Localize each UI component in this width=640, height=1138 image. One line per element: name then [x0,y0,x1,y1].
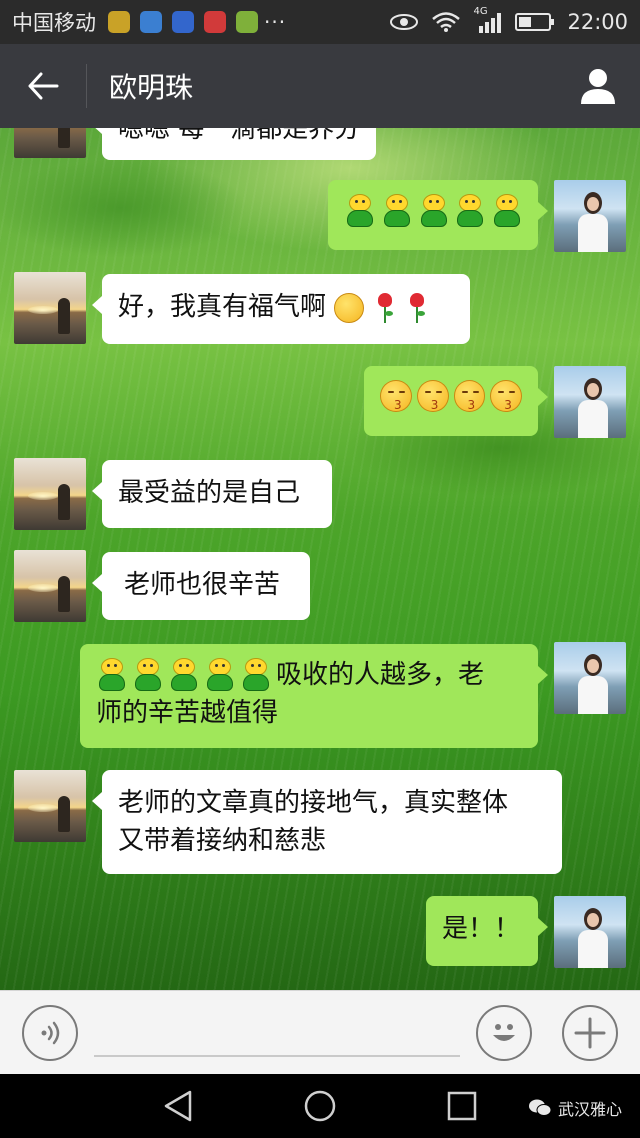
message-text: 好，我真有福气啊 [118,292,327,322]
square-recents-icon [447,1091,477,1121]
self-avatar[interactable] [554,366,626,438]
rose-emoji-icon [405,291,429,325]
kiss-emoji-icon: 3 [453,380,486,412]
emoji-row: 3 3 3 3 [380,380,522,412]
watermark-text: 武汉雅心 [557,1100,622,1119]
frog-emoji-icon [132,658,164,692]
message-text: 老师的文章真的接地气，真实整体 [118,788,509,818]
self-avatar[interactable] [554,642,626,714]
emoji-button[interactable] [476,1005,532,1061]
frog-emoji-icon [418,194,449,228]
message-bubble-received[interactable]: 老师的文章真的接地气，真实整体 又带着接纳和慈悲 [92,770,562,874]
message-text: 嗯嗯 每一滴都是养分 [118,128,361,144]
message-text: 老师也很辛苦 [124,570,281,600]
app-notification-icon [108,11,130,33]
kiss-emoji-icon: 3 [490,380,522,412]
system-nav-bar: 武汉雅心 [0,1074,640,1138]
nav-home-button[interactable] [300,1086,340,1126]
triangle-back-icon [164,1090,192,1122]
frog-emoji-icon [491,194,522,228]
eye-comfort-icon [390,14,419,30]
message-bubble-received[interactable]: 最受益的是自己 [92,460,332,528]
notification-icons [108,11,258,33]
message-bubble-sent[interactable]: 3 3 3 3 [364,366,548,436]
frog-emoji-icon [240,658,272,692]
input-bar [0,990,640,1074]
smiley-icon [493,1024,515,1041]
message-bubble-sent[interactable] [328,180,548,250]
plus-icon [574,1017,606,1049]
chat-history[interactable]: 嗯嗯 每一滴都是养分 好，我真有福气啊 3 3 3 3 最受益的是自己 老师也很… [0,128,640,990]
nav-recents-button[interactable] [442,1086,482,1126]
app-notification-icon [236,11,258,33]
header-divider [86,64,87,108]
app-notification-icon [204,11,226,33]
kiss-emoji-icon: 3 [416,380,449,412]
rose-emoji-icon [373,291,397,325]
contact-avatar[interactable] [14,128,86,158]
contact-avatar[interactable] [14,550,86,622]
clock: 22:00 [567,10,628,34]
frog-emoji-icon [168,658,200,692]
message-bubble-received[interactable]: 好，我真有福气啊 [92,274,470,344]
message-text: 是！！ [442,914,521,944]
contact-avatar[interactable] [14,272,86,344]
frog-emoji-icon [344,194,375,228]
frog-emoji-icon [454,194,485,228]
carrier-name: 中国移动 [12,11,96,35]
kiss-emoji-icon: 3 [380,380,412,412]
voice-input-button[interactable] [22,1005,78,1061]
nav-back-button[interactable] [158,1086,198,1126]
circle-home-icon [304,1090,336,1122]
chat-header: 欧明珠 [0,44,640,128]
message-bubble-sent[interactable]: 是！！ [426,896,548,966]
app-notification-icon [172,11,194,33]
emoji-row [344,194,522,228]
status-right: 4G 22:00 [389,6,628,34]
person-icon [581,69,615,104]
signal-icon: 4G [473,6,503,34]
message-text: 吸收的人越多，老 [276,660,485,690]
app-notification-icon [140,11,162,33]
message-bubble-received[interactable]: 嗯嗯 每一滴都是养分 [91,128,377,160]
chat-title: 欧明珠 [109,71,194,104]
message-input[interactable] [94,1009,460,1057]
wifi-icon [432,12,461,32]
message-text: 师的辛苦越值得 [96,698,279,728]
message-bubble-received[interactable]: 老师也很辛苦 [92,552,310,620]
frog-emoji-icon [204,658,236,692]
frog-emoji-icon [96,658,128,692]
watermark: 武汉雅心 [528,1096,622,1120]
message-bubble-sent[interactable]: 吸收的人越多，老 师的辛苦越值得 [80,644,548,748]
self-avatar[interactable] [554,180,626,252]
more-options-button[interactable] [562,1005,618,1061]
back-arrow-icon [28,72,59,100]
contact-avatar[interactable] [14,458,86,530]
contact-avatar[interactable] [14,770,86,842]
battery-icon [515,13,555,31]
thinking-emoji-icon [334,292,365,323]
message-line: 吸收的人越多，老 [96,656,522,694]
self-avatar[interactable] [554,896,626,968]
frog-emoji-icon [381,194,412,228]
more-notifications: ··· [264,10,287,34]
voice-icon [41,1021,60,1045]
wechat-logo-icon [528,1099,552,1116]
message-text: 最受益的是自己 [118,478,301,508]
message-text: 又带着接纳和慈悲 [118,826,327,856]
status-bar: 中国移动 ··· 4G 22:00 [0,0,640,44]
contact-profile-button[interactable] [556,44,640,128]
back-button[interactable] [0,44,86,128]
